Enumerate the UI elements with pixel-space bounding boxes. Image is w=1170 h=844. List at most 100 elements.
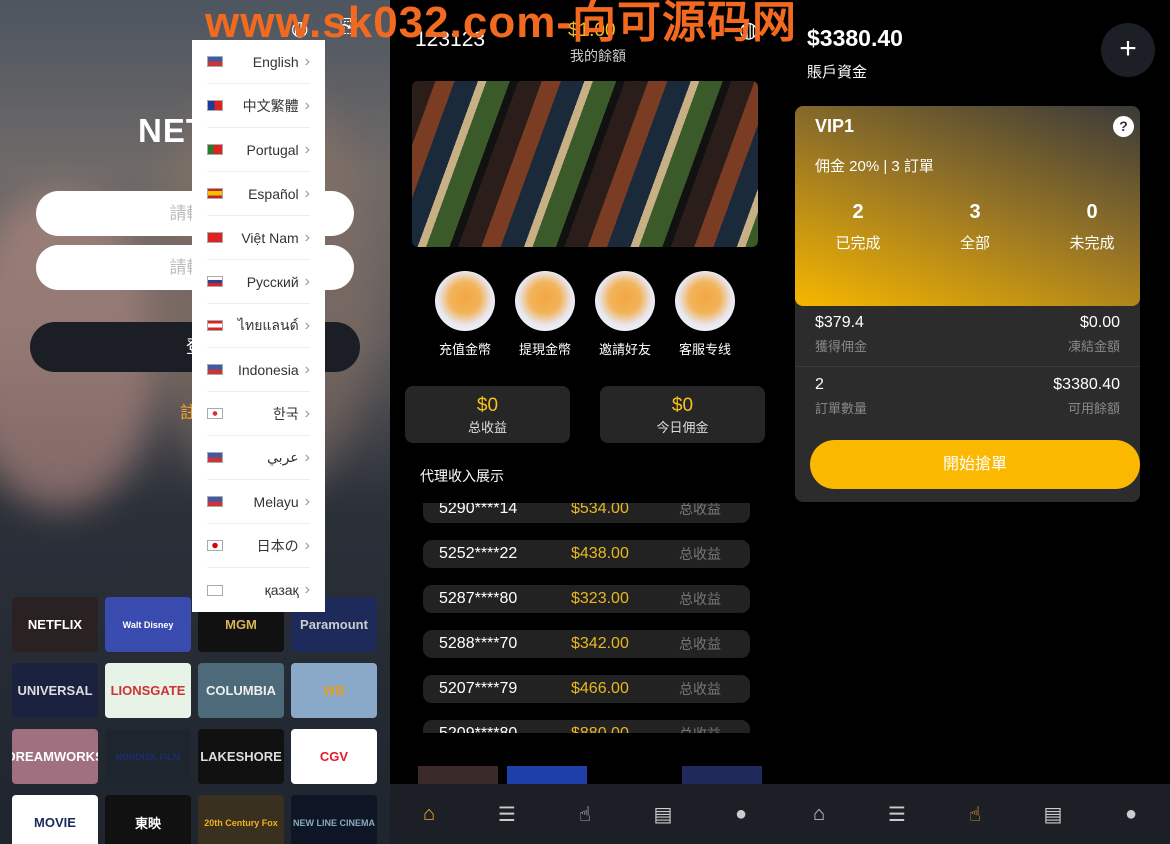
income-label: 总收益 <box>679 636 721 652</box>
user-id: 5209****80 <box>439 720 517 733</box>
language-name: Русский <box>246 273 299 290</box>
studio-logo-text: NETFLIX <box>27 617 83 632</box>
studio-logo-text: Paramount <box>300 617 368 632</box>
studio-logo-tile: LAKESHORE <box>198 729 284 784</box>
income-label: 总收益 <box>679 591 721 607</box>
studio-logo-tile: CGV <box>291 729 377 784</box>
account-funds: $3380.40 <box>807 25 903 51</box>
studio-logo-text: MGM <box>225 617 257 632</box>
flag-icon <box>207 188 223 199</box>
income-label: 总收益 <box>679 546 721 562</box>
studio-logo-tile: 20th Century Fox <box>198 795 284 844</box>
language-option[interactable]: Melayu › <box>207 480 310 524</box>
flag-icon <box>207 496 223 507</box>
studio-logo-text: NEW LINE CINEMA <box>293 817 375 828</box>
commission-earned: $379.4 獲得佣金 <box>815 314 868 354</box>
studio-logo-text: WB <box>323 683 345 698</box>
flag-icon <box>207 320 223 331</box>
chevron-right-icon: › <box>304 52 310 70</box>
add-button[interactable]: + <box>1101 23 1155 77</box>
order-screen: $3380.40 賬戶資金 + VIP1 ? 佣金 20% | 3 訂單 2 已完… <box>780 0 1170 844</box>
income-amount: $534.00 <box>571 503 629 517</box>
chevron-right-icon: › <box>304 581 310 598</box>
home-icon[interactable]: ⌂ <box>799 803 839 826</box>
studio-logo-tile: LIONSGATE <box>105 663 191 718</box>
language-name: Indonesia <box>237 361 299 378</box>
language-option[interactable]: 中文繁體 › <box>207 84 310 128</box>
user-icon[interactable]: ● <box>721 803 761 826</box>
agent-income-row: 5252****22 $438.00 总收益 <box>423 540 750 568</box>
language-option[interactable]: Việt Nam › <box>207 216 310 260</box>
income-amount: $880.00 <box>571 720 629 733</box>
start-grab-button[interactable]: 開始搶單 <box>810 440 1140 489</box>
invite-friend-icon[interactable] <box>595 271 655 331</box>
language-dropdown: English › 中文繁體 › Portugal › Español › Việt Nam › Р… <box>192 40 325 612</box>
language-option[interactable]: عربي › <box>207 436 310 480</box>
language-option[interactable]: Русский › <box>207 260 310 304</box>
message-icon[interactable]: ▤ <box>1033 802 1073 827</box>
studio-thumb <box>507 766 587 786</box>
wallet-icon[interactable] <box>515 271 575 331</box>
chevron-right-icon: › <box>304 448 310 466</box>
language-name: 中文繁體 <box>242 97 299 114</box>
quick-action-label[interactable]: 客服专线 <box>665 339 745 358</box>
dollar-coin-icon[interactable] <box>435 271 495 331</box>
language-name: English <box>252 53 299 70</box>
quick-action-label[interactable]: 充值金幣 <box>425 339 505 358</box>
studio-logo-tile: COLUMBIA <box>198 663 284 718</box>
task-list-icon[interactable]: ☰ <box>487 802 527 827</box>
language-option[interactable]: қазақ › <box>207 568 310 612</box>
task-list-icon[interactable]: ☰ <box>877 802 917 827</box>
quick-action-label[interactable]: 邀請好友 <box>585 339 665 358</box>
flag-icon <box>207 232 223 243</box>
chevron-right-icon: › <box>304 536 310 554</box>
watermark: www.sk032.com-向可源码网 <box>205 0 797 47</box>
agent-income-list: 5290****14 $534.00 总收益 5252****22 $438.00 总收益… <box>390 503 780 733</box>
studio-logo-text: UNIVERSAL <box>17 683 93 698</box>
language-name: عربي <box>267 449 299 465</box>
flag-icon <box>207 540 223 551</box>
income-label: 总收益 <box>679 503 721 517</box>
studio-logo-tile: NETFLIX <box>12 597 98 652</box>
banner-image <box>412 81 758 247</box>
chevron-right-icon: › <box>304 492 310 510</box>
chevron-right-icon: › <box>304 404 310 422</box>
studio-logo-text: LAKESHORE <box>200 749 282 764</box>
chevron-right-icon: › <box>304 228 310 246</box>
user-id: 5287****80 <box>439 590 518 607</box>
chevron-right-icon: › <box>304 316 310 334</box>
vip-level: VIP1 <box>815 116 855 136</box>
language-option[interactable]: ไทยแลนด์ › <box>207 304 310 348</box>
order-count: 2 訂單數量 <box>815 376 868 416</box>
chevron-right-icon: › <box>304 140 310 158</box>
tap-grab-icon[interactable]: ☝ <box>955 802 995 827</box>
tap-grab-icon[interactable]: ☝ <box>565 802 605 827</box>
income-label: 总收益 <box>679 720 721 733</box>
order-count-stat: 0 未完成 <box>1069 201 1115 252</box>
home-screen: 123123 $1.00 我的餘額 ◍ 充值金幣 提現金幣 邀請好友 客服专线 $0 总… <box>390 0 780 844</box>
studio-logo-tile: DREAMWORKS <box>12 729 98 784</box>
studio-logo-text: NORDISK FILM <box>115 751 181 762</box>
language-option[interactable]: 한국 › <box>207 392 310 436</box>
quick-action-label[interactable]: 提現金幣 <box>505 339 585 358</box>
frozen-amount: $0.00 凍結金額 <box>1067 314 1120 354</box>
language-option[interactable]: Portugal › <box>207 128 310 172</box>
language-option[interactable]: Indonesia › <box>207 348 310 392</box>
agent-income-row: 5207****79 $466.00 总收益 <box>423 675 750 703</box>
vip-desc: 佣金 20% | 3 訂單 <box>815 158 934 175</box>
help-icon[interactable]: ? <box>1113 116 1134 137</box>
studio-thumb <box>682 766 762 786</box>
agent-income-title: 代理收入展示 <box>420 468 504 484</box>
order-count-stat: 2 已完成 <box>835 201 881 252</box>
language-option[interactable]: Español › <box>207 172 310 216</box>
home-icon[interactable]: ⌂ <box>409 803 449 826</box>
income-amount: $466.00 <box>571 680 629 697</box>
studio-logo-tile: NORDISK FILM <box>105 729 191 784</box>
chevron-right-icon: › <box>304 360 310 378</box>
customer-service-icon[interactable] <box>675 271 735 331</box>
message-icon[interactable]: ▤ <box>643 802 683 827</box>
agent-income-row: 5288****70 $342.00 总收益 <box>423 630 750 658</box>
chevron-right-icon: › <box>304 96 310 114</box>
user-icon[interactable]: ● <box>1111 803 1151 826</box>
language-option[interactable]: 日本の › <box>207 524 310 568</box>
